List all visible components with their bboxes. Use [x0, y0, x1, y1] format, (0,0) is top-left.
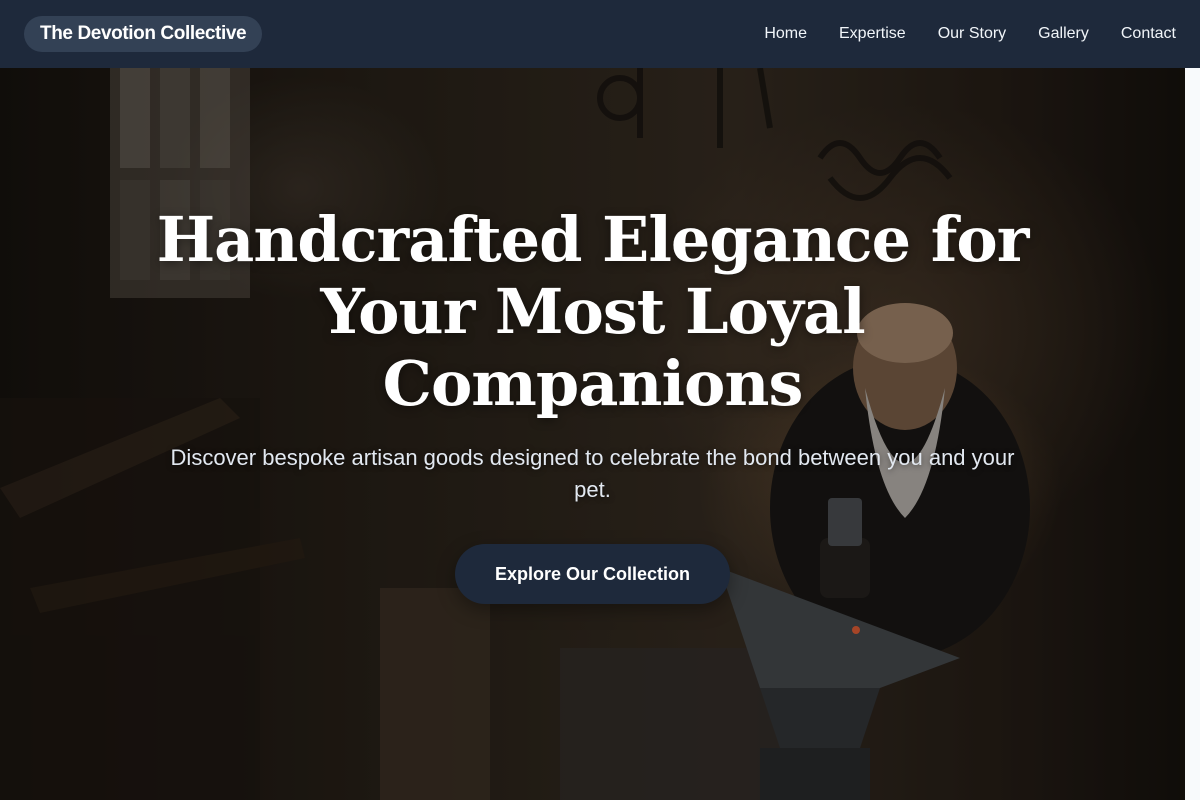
nav-link-gallery[interactable]: Gallery: [1038, 25, 1089, 43]
explore-collection-button[interactable]: Explore Our Collection: [454, 544, 731, 604]
hero-section: Handcrafted Elegance for Your Most Loyal…: [0, 68, 1185, 800]
nav-link-expertise[interactable]: Expertise: [839, 25, 906, 43]
nav-links: Home Expertise Our Story Gallery Contact: [732, 25, 1176, 43]
hero-subtitle: Discover bespoke artisan goods designed …: [170, 445, 1015, 502]
nav-link-our-story[interactable]: Our Story: [938, 25, 1006, 43]
hero-title: Handcrafted Elegance for Your Most Loyal…: [156, 203, 1030, 420]
brand-logo[interactable]: The Devotion Collective: [24, 16, 263, 52]
scrollbar-track[interactable]: [1185, 68, 1200, 800]
nav-link-contact[interactable]: Contact: [1121, 25, 1176, 43]
top-navbar: The Devotion Collective Home Expertise O…: [0, 0, 1200, 68]
hero-content: Handcrafted Elegance for Your Most Loyal…: [0, 68, 1185, 800]
nav-link-home[interactable]: Home: [764, 25, 807, 43]
